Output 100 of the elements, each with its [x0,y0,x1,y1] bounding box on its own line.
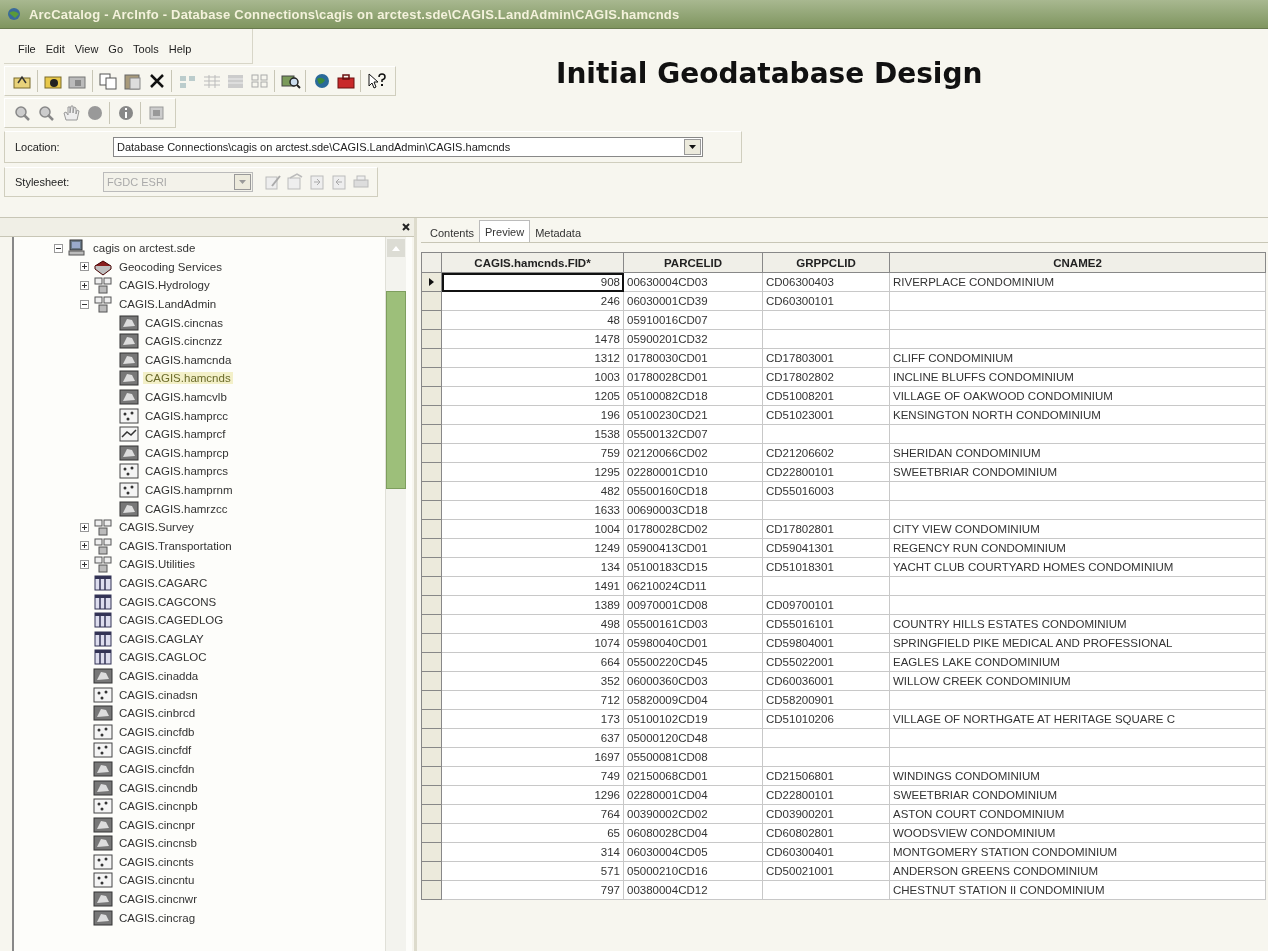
column-header[interactable]: CAGIS.hamcnds.FID* [441,252,624,273]
tree-item[interactable]: CAGIS.cinadda [117,669,201,682]
tab[interactable]: Preview [479,220,531,242]
tree-item[interactable]: CAGIS.cincnts [117,855,196,868]
table-cell: 05500220CD45 [623,652,763,672]
tree-item[interactable]: CAGIS.cincfdn [117,762,197,775]
column-header[interactable]: PARCELID [623,252,763,273]
export-icon[interactable] [329,173,349,191]
point-layer-icon [93,797,113,816]
expander-icon[interactable] [54,243,63,253]
location-label: Location: [15,141,61,153]
location-field[interactable]: Database Connections\cagis on arctest.sde\CAGIS.LandAdmin\CAGIS.hamcnds [113,137,703,157]
tree-item[interactable]: CAGIS.cincrag [117,911,198,924]
menu-item[interactable]: Edit [41,41,69,57]
menu-item[interactable]: Tools [129,41,163,57]
tree-item[interactable]: CAGIS.cincfdb [117,725,197,738]
table-cell: 05500132CD07 [623,424,763,444]
table-cell: CD21206602 [762,443,890,463]
tree-item[interactable]: CAGIS.CAGEDLOG [117,614,226,627]
table-cell: 764 [441,804,624,824]
tree-item[interactable]: CAGIS.cincnas [143,316,225,329]
tree-item[interactable]: CAGIS.hamprcs [143,465,231,478]
menu-item[interactable]: Go [104,41,128,57]
expander-icon[interactable] [80,262,89,272]
menu-item[interactable]: Help [164,41,196,57]
tree-item[interactable]: CAGIS.cincfdf [117,744,194,757]
tree-item[interactable]: CAGIS.hamcnda [143,353,234,366]
tree-item[interactable]: CAGIS.Survey [117,521,196,534]
table-cell: CITY VIEW CONDOMINIUM [889,519,1266,539]
table-cell: CD60036001 [762,671,890,691]
copy-icon[interactable] [98,72,120,90]
import-icon[interactable] [307,173,327,191]
table-cell: SHERIDAN CONDOMINIUM [889,443,1266,463]
column-header[interactable]: CNAME2 [889,252,1266,273]
tree-item[interactable]: CAGIS.Transportation [117,539,234,552]
hand-icon[interactable] [60,104,82,122]
thumbnails-icon[interactable] [249,72,271,90]
toolbox-icon[interactable] [335,72,357,90]
tree-item[interactable]: cagis on arctest.sde [91,242,198,255]
tree-item[interactable]: CAGIS.cincntu [117,874,197,887]
polygon-layer-icon [119,499,139,518]
tree-item[interactable]: CAGIS.Hydrology [117,279,212,292]
table-cell: 05500081CD08 [623,747,763,767]
tree-item[interactable]: CAGIS.CAGARC [117,577,210,589]
tree-item[interactable]: CAGIS.CAGCONS [117,595,219,608]
table-cell: KENSINGTON NORTH CONDOMINIUM [889,405,1266,425]
properties-icon[interactable] [285,173,305,191]
table-cell: EAGLES LAKE CONDOMINIUM [889,652,1266,672]
list-icon[interactable] [201,72,223,90]
table-cell: VILLAGE OF OAKWOOD CONDOMINIUM [889,386,1266,406]
point-layer-icon [93,685,113,704]
expander-icon[interactable] [80,281,89,290]
dropdown-button[interactable] [684,139,701,155]
tree-item[interactable]: Geocoding Services [117,260,224,273]
expander-icon[interactable] [80,541,89,551]
tree-item[interactable]: CAGIS.hamcnds [143,372,233,385]
polygon-layer-icon [93,815,113,834]
polygon-layer-icon [93,890,113,909]
tree-item[interactable]: CAGIS.cincndb [117,781,200,794]
tree-item[interactable]: CAGIS.cincnsb [117,837,199,850]
tree-item[interactable]: CAGIS.cinadsn [117,688,200,701]
tree-item[interactable]: CAGIS.CAGLOC [117,651,209,664]
tree-item[interactable]: CAGIS.CAGLAY [117,632,206,645]
tab[interactable]: Contents [425,223,480,242]
tree-item[interactable]: CAGIS.cincnpr [117,818,198,831]
table-cell: CD51023001 [762,405,890,425]
help-cursor-icon[interactable] [366,72,388,90]
tree-item[interactable]: CAGIS.hamprcf [143,428,228,441]
tree-item[interactable]: CAGIS.cincnpb [117,800,200,813]
table-cell: 1296 [441,785,624,805]
scrollbar[interactable] [385,237,406,951]
print-icon[interactable] [351,173,371,191]
tree-item[interactable]: CAGIS.hamprcc [143,409,231,422]
clipboard-icon[interactable] [122,72,144,90]
expander-icon[interactable] [80,299,89,309]
tree-item[interactable]: CAGIS.cinbrcd [117,707,198,720]
tab[interactable]: Metadata [530,223,587,242]
table-cell: CD55016003 [762,481,890,501]
scroll-thumb[interactable] [386,291,406,489]
close-icon[interactable] [402,223,410,231]
tree-item[interactable]: CAGIS.LandAdmin [117,298,219,311]
tree-item[interactable]: CAGIS.cincnwr [117,893,199,906]
table-cell: 759 [441,443,624,463]
tree-item[interactable]: CAGIS.hamcvlb [143,391,229,404]
edit-icon[interactable] [263,173,283,191]
menu-item[interactable]: File [14,41,40,57]
tree-item[interactable]: CAGIS.hamprcp [143,446,231,459]
point-layer-icon [93,871,113,890]
expander-icon[interactable] [80,559,89,569]
menu-item[interactable]: View [70,41,103,57]
tree-item[interactable]: CAGIS.Utilities [117,558,198,571]
table-cell: CD22800101 [762,462,890,482]
search-icon[interactable] [280,72,302,90]
tree-item[interactable]: CAGIS.hamprnm [143,484,235,496]
column-header[interactable]: GRPPCLID [762,252,890,273]
tree-item[interactable]: CAGIS.hamrzcc [143,502,230,515]
table-cell: CD59804001 [762,633,890,653]
computer-icon [67,239,87,258]
expander-icon[interactable] [80,522,89,532]
tree-item[interactable]: CAGIS.cincnzz [143,335,225,348]
